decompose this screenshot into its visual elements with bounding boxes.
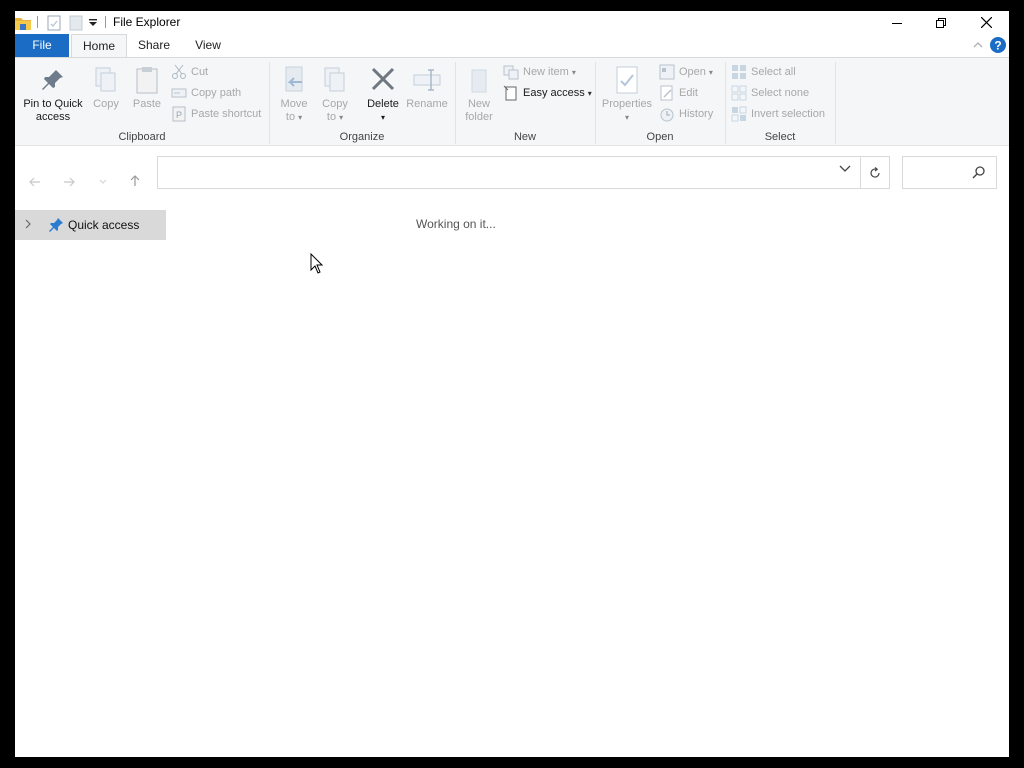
pin-to-quick-access-button[interactable]: Pin to Quick access	[19, 64, 87, 124]
pin-icon	[42, 70, 63, 90]
ribbon-tabs: File Home Share View ?	[15, 34, 1009, 58]
select-all-button[interactable]: Select all	[731, 62, 796, 82]
minimize-button[interactable]	[874, 11, 920, 34]
pin-icon	[49, 218, 63, 232]
tab-file[interactable]: File	[15, 34, 69, 57]
content-area: Quick access Working on it...	[15, 199, 1009, 757]
delete-dropdown-icon: ▾	[380, 113, 385, 122]
title-bar: File Explorer	[15, 11, 1009, 34]
copy-path-icon	[171, 88, 187, 98]
move-to-button[interactable]: Move to ▾	[274, 64, 314, 124]
group-label-organize: Organize	[339, 131, 385, 143]
close-icon	[980, 17, 992, 28]
back-button[interactable]	[25, 172, 45, 192]
paste-button[interactable]: Paste	[129, 64, 165, 111]
close-button[interactable]	[963, 11, 1009, 34]
restore-button[interactable]	[918, 11, 964, 34]
open-icon	[659, 64, 675, 80]
properties-button[interactable]: Properties ▾	[599, 64, 655, 124]
arrow-up-icon	[130, 175, 140, 186]
group-label-open: Open	[646, 131, 674, 143]
arrow-left-icon	[29, 177, 40, 187]
tab-view[interactable]: View	[185, 34, 231, 57]
chevron-right-icon[interactable]	[24, 218, 34, 232]
tab-home[interactable]: Home	[71, 34, 127, 58]
easy-access-button[interactable]: Easy access ▾	[503, 83, 592, 103]
restore-icon	[936, 17, 946, 28]
group-label-clipboard: Clipboard	[118, 131, 166, 143]
pin-label-line2: access	[35, 111, 71, 123]
scissors-icon	[172, 64, 186, 79]
customize-dropdown-icon[interactable]	[88, 14, 98, 31]
chevron-up-icon[interactable]	[973, 41, 983, 49]
group-label-select: Select	[764, 131, 796, 143]
select-all-icon	[732, 65, 746, 79]
help-icon[interactable]: ?	[990, 37, 1006, 53]
copy-to-button[interactable]: Copy to ▾	[316, 64, 354, 124]
new-item-icon	[503, 65, 519, 80]
new-folder-large-icon	[471, 69, 487, 93]
search-box[interactable]	[902, 156, 997, 189]
loading-status-text: Working on it...	[416, 217, 496, 231]
sidebar-item-label: Quick access	[68, 218, 140, 232]
new-folder-icon[interactable]	[69, 14, 83, 31]
group-label-new: New	[513, 131, 536, 143]
rename-icon	[413, 69, 441, 91]
window-title: File Explorer	[113, 15, 181, 29]
refresh-icon	[869, 166, 880, 178]
invert-selection-icon	[731, 106, 747, 122]
move-to-icon	[285, 66, 303, 92]
select-none-icon	[731, 85, 747, 101]
edit-button[interactable]: Edit	[659, 83, 698, 103]
copy-label: Copy	[93, 98, 119, 110]
copy-to-icon	[324, 67, 345, 92]
properties-icon[interactable]	[47, 14, 61, 31]
search-icon[interactable]	[972, 165, 986, 179]
copy-button[interactable]: Copy	[89, 64, 123, 111]
svg-text:P: P	[176, 110, 182, 120]
edit-icon	[660, 85, 673, 101]
paste-icon	[136, 67, 158, 94]
chevron-down-icon	[839, 165, 851, 172]
arrow-right-icon	[64, 177, 75, 187]
folder-icon[interactable]	[15, 14, 31, 31]
select-none-button[interactable]: Select none	[731, 83, 809, 103]
invert-selection-button[interactable]: Invert selection	[731, 104, 825, 124]
up-button[interactable]	[125, 171, 145, 191]
new-folder-button[interactable]: New folder	[459, 64, 499, 124]
mouse-cursor-icon	[310, 253, 324, 274]
delete-x-icon	[371, 67, 395, 91]
refresh-button[interactable]	[860, 156, 890, 189]
history-icon	[660, 108, 674, 122]
tab-share[interactable]: Share	[131, 34, 177, 57]
open-button[interactable]: Open ▾	[659, 62, 713, 82]
new-item-button[interactable]: New item ▾	[503, 62, 576, 82]
rename-button[interactable]: Rename	[405, 64, 449, 111]
recent-locations-button[interactable]	[93, 172, 113, 192]
paste-shortcut-icon: P	[172, 106, 186, 122]
address-dropdown-button[interactable]	[839, 162, 851, 176]
copy-icon	[95, 67, 116, 92]
file-explorer-window: File Explorer File Home Share View ? Pin…	[15, 11, 1009, 757]
address-bar[interactable]	[157, 156, 861, 189]
svg-text:?: ?	[994, 39, 1001, 53]
cut-button[interactable]: Cut	[171, 62, 208, 82]
copy-path-button[interactable]: Copy path	[171, 83, 241, 103]
forward-button[interactable]	[59, 172, 79, 192]
pin-label-line1: Pin to Quick	[23, 98, 83, 110]
properties-check-icon	[616, 66, 638, 94]
paste-shortcut-button[interactable]: P Paste shortcut	[171, 104, 261, 124]
delete-button[interactable]: Delete ▾	[363, 64, 403, 124]
sidebar-item-quick-access[interactable]: Quick access	[15, 210, 166, 240]
ribbon-home: Pin to Quick access Copy Paste Cut Copy …	[15, 57, 1009, 146]
easy-access-icon	[503, 85, 517, 101]
paste-label: Paste	[132, 98, 162, 110]
history-button[interactable]: History	[659, 104, 713, 124]
navigation-bar	[15, 147, 1009, 199]
minimize-icon	[892, 22, 902, 24]
chevron-down-icon	[99, 179, 107, 184]
